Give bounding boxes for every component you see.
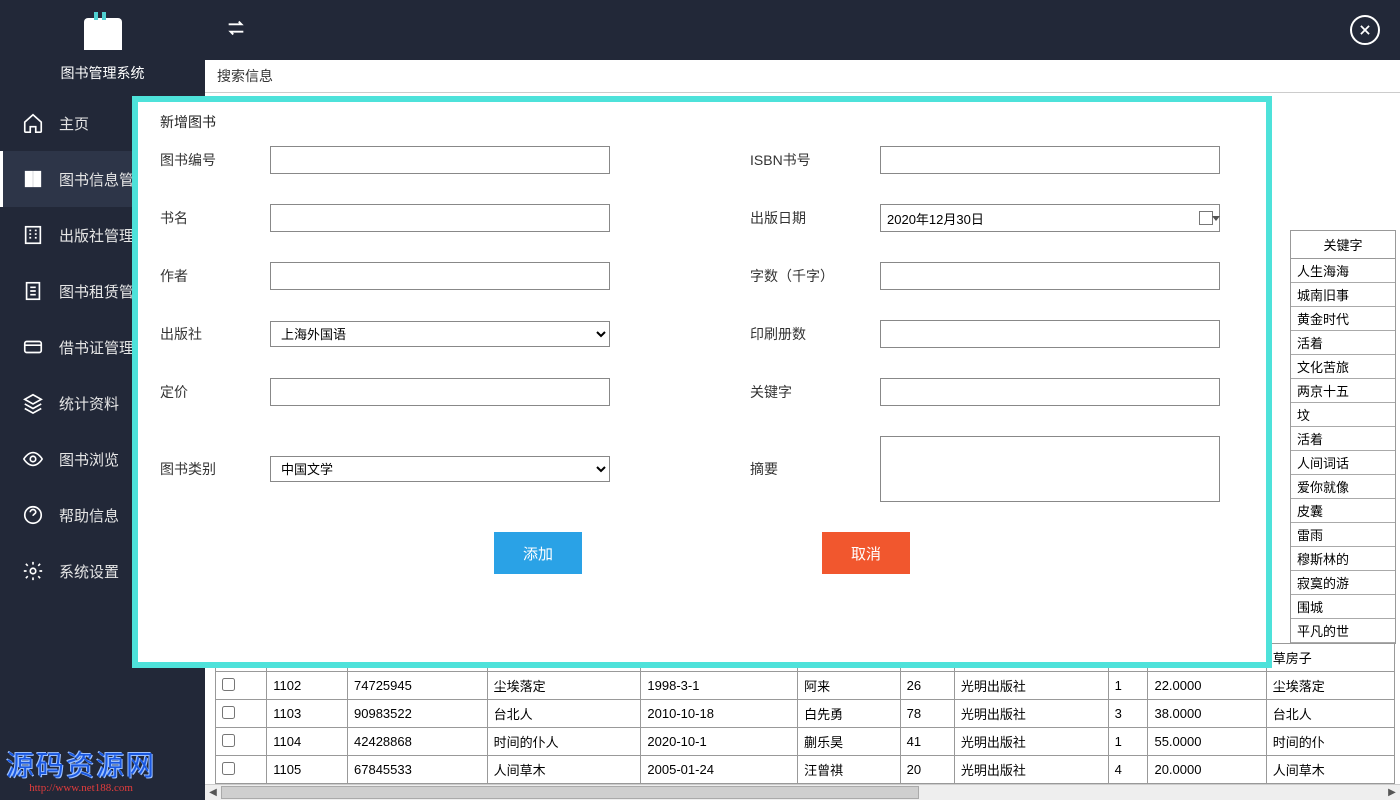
keyword-panel: 关键字 人生海海城南旧事黄金时代活着文化苦旅两京十五坟活着人间词话爱你就像皮囊雷… bbox=[1290, 230, 1396, 644]
keyword-item[interactable]: 文化苦旅 bbox=[1291, 355, 1395, 379]
table-row[interactable]: 110442428868时间的仆人2020-10-1蒯乐昊 41光明出版社155… bbox=[216, 728, 1395, 756]
row-checkbox[interactable] bbox=[222, 734, 235, 747]
layers-icon bbox=[21, 391, 45, 415]
row-checkbox[interactable] bbox=[222, 706, 235, 719]
row-checkbox[interactable] bbox=[222, 678, 235, 691]
label-price: 定价 bbox=[160, 382, 260, 402]
watermark: 源码资源网 http://www.net188.com bbox=[6, 744, 156, 794]
input-author[interactable] bbox=[270, 262, 610, 290]
input-price[interactable] bbox=[270, 378, 610, 406]
card-icon bbox=[21, 335, 45, 359]
sidebar-item-label: 统计资料 bbox=[59, 393, 119, 414]
app-logo-icon bbox=[84, 18, 122, 50]
eye-icon bbox=[21, 447, 45, 471]
add-book-modal: 新增图书 图书编号 ISBN书号 书名 出版日期 2020年12月30日 作者 … bbox=[132, 96, 1272, 668]
topbar bbox=[205, 0, 1400, 60]
calendar-icon[interactable] bbox=[1199, 211, 1213, 225]
input-book-no[interactable] bbox=[270, 146, 610, 174]
label-pub-date: 出版日期 bbox=[750, 208, 870, 228]
label-isbn: ISBN书号 bbox=[750, 150, 870, 170]
watermark-text: 源码资源网 bbox=[6, 744, 156, 784]
input-name[interactable] bbox=[270, 204, 610, 232]
swap-icon[interactable] bbox=[225, 17, 247, 44]
keyword-item[interactable]: 活着 bbox=[1291, 331, 1395, 355]
keyword-panel-header: 关键字 bbox=[1291, 231, 1395, 259]
keyword-item[interactable]: 寂寞的游 bbox=[1291, 571, 1395, 595]
sidebar-item-label: 帮助信息 bbox=[59, 505, 119, 526]
pub-date-value: 2020年12月30日 bbox=[887, 209, 984, 228]
label-print-count: 印刷册数 bbox=[750, 324, 870, 344]
label-abstract: 摘要 bbox=[750, 459, 870, 479]
input-print-count[interactable] bbox=[880, 320, 1220, 348]
logo: 图书管理系统 bbox=[0, 0, 205, 95]
input-word-count[interactable] bbox=[880, 262, 1220, 290]
input-keyword[interactable] bbox=[880, 378, 1220, 406]
label-book-no: 图书编号 bbox=[160, 150, 260, 170]
sidebar-item-label: 出版社管理 bbox=[59, 225, 134, 246]
select-publisher[interactable]: 上海外国语 bbox=[270, 321, 610, 347]
keyword-item[interactable]: 活着 bbox=[1291, 427, 1395, 451]
table-row[interactable]: 110274725945尘埃落定1998-3-1阿来 26光明出版社122.00… bbox=[216, 672, 1395, 700]
label-word-count: 字数（千字） bbox=[750, 266, 870, 286]
input-isbn[interactable] bbox=[880, 146, 1220, 174]
keyword-item[interactable]: 雷雨 bbox=[1291, 523, 1395, 547]
table-row[interactable]: 110390983522台北人2010-10-18白先勇 78光明出版社338.… bbox=[216, 700, 1395, 728]
sidebar-item-label: 系统设置 bbox=[59, 561, 119, 582]
label-category: 图书类别 bbox=[160, 459, 260, 479]
scroll-left-arrow[interactable]: ◀ bbox=[205, 785, 221, 801]
sidebar-item-label: 图书信息管 bbox=[59, 169, 134, 190]
keyword-item[interactable]: 围城 bbox=[1291, 595, 1395, 619]
keyword-item[interactable]: 皮囊 bbox=[1291, 499, 1395, 523]
label-keyword: 关键字 bbox=[750, 382, 870, 402]
keyword-item[interactable]: 穆斯林的 bbox=[1291, 547, 1395, 571]
book-icon bbox=[21, 167, 45, 191]
modal-title: 新增图书 bbox=[160, 112, 1244, 132]
scroll-right-arrow[interactable]: ▶ bbox=[1384, 785, 1400, 801]
sidebar-item-label: 主页 bbox=[59, 113, 89, 134]
building-icon bbox=[21, 223, 45, 247]
keyword-item[interactable]: 人间词话 bbox=[1291, 451, 1395, 475]
keyword-item[interactable]: 爱你就像 bbox=[1291, 475, 1395, 499]
label-author: 作者 bbox=[160, 266, 260, 286]
cancel-button[interactable]: 取消 bbox=[822, 532, 910, 574]
keyword-item[interactable]: 城南旧事 bbox=[1291, 283, 1395, 307]
search-section-label: 搜索信息 bbox=[205, 60, 1400, 93]
sidebar-item-label: 借书证管理 bbox=[59, 337, 134, 358]
help-icon bbox=[21, 503, 45, 527]
document-icon bbox=[21, 279, 45, 303]
close-button[interactable] bbox=[1350, 15, 1380, 45]
home-icon bbox=[21, 111, 45, 135]
input-abstract[interactable] bbox=[880, 436, 1220, 502]
table-row[interactable]: 110567845533人间草木2005-01-24汪曾祺 20光明出版社420… bbox=[216, 756, 1395, 784]
app-title: 图书管理系统 bbox=[0, 63, 205, 83]
sidebar-item-label: 图书浏览 bbox=[59, 449, 119, 470]
add-button[interactable]: 添加 bbox=[494, 532, 582, 574]
keyword-item[interactable]: 坟 bbox=[1291, 403, 1395, 427]
sidebar-item-label: 图书租赁管 bbox=[59, 281, 134, 302]
row-checkbox[interactable] bbox=[222, 762, 235, 775]
horizontal-scrollbar[interactable]: ◀ ▶ bbox=[205, 784, 1400, 800]
select-category[interactable]: 中国文学 bbox=[270, 456, 610, 482]
keyword-item[interactable]: 两京十五 bbox=[1291, 379, 1395, 403]
keyword-item[interactable]: 平凡的世 bbox=[1291, 619, 1395, 643]
keyword-item[interactable]: 人生海海 bbox=[1291, 259, 1395, 283]
scroll-thumb[interactable] bbox=[221, 786, 919, 799]
label-publisher: 出版社 bbox=[160, 324, 260, 344]
label-name: 书名 bbox=[160, 208, 260, 228]
input-pub-date[interactable]: 2020年12月30日 bbox=[880, 204, 1220, 232]
gear-icon bbox=[21, 559, 45, 583]
keyword-item[interactable]: 黄金时代 bbox=[1291, 307, 1395, 331]
